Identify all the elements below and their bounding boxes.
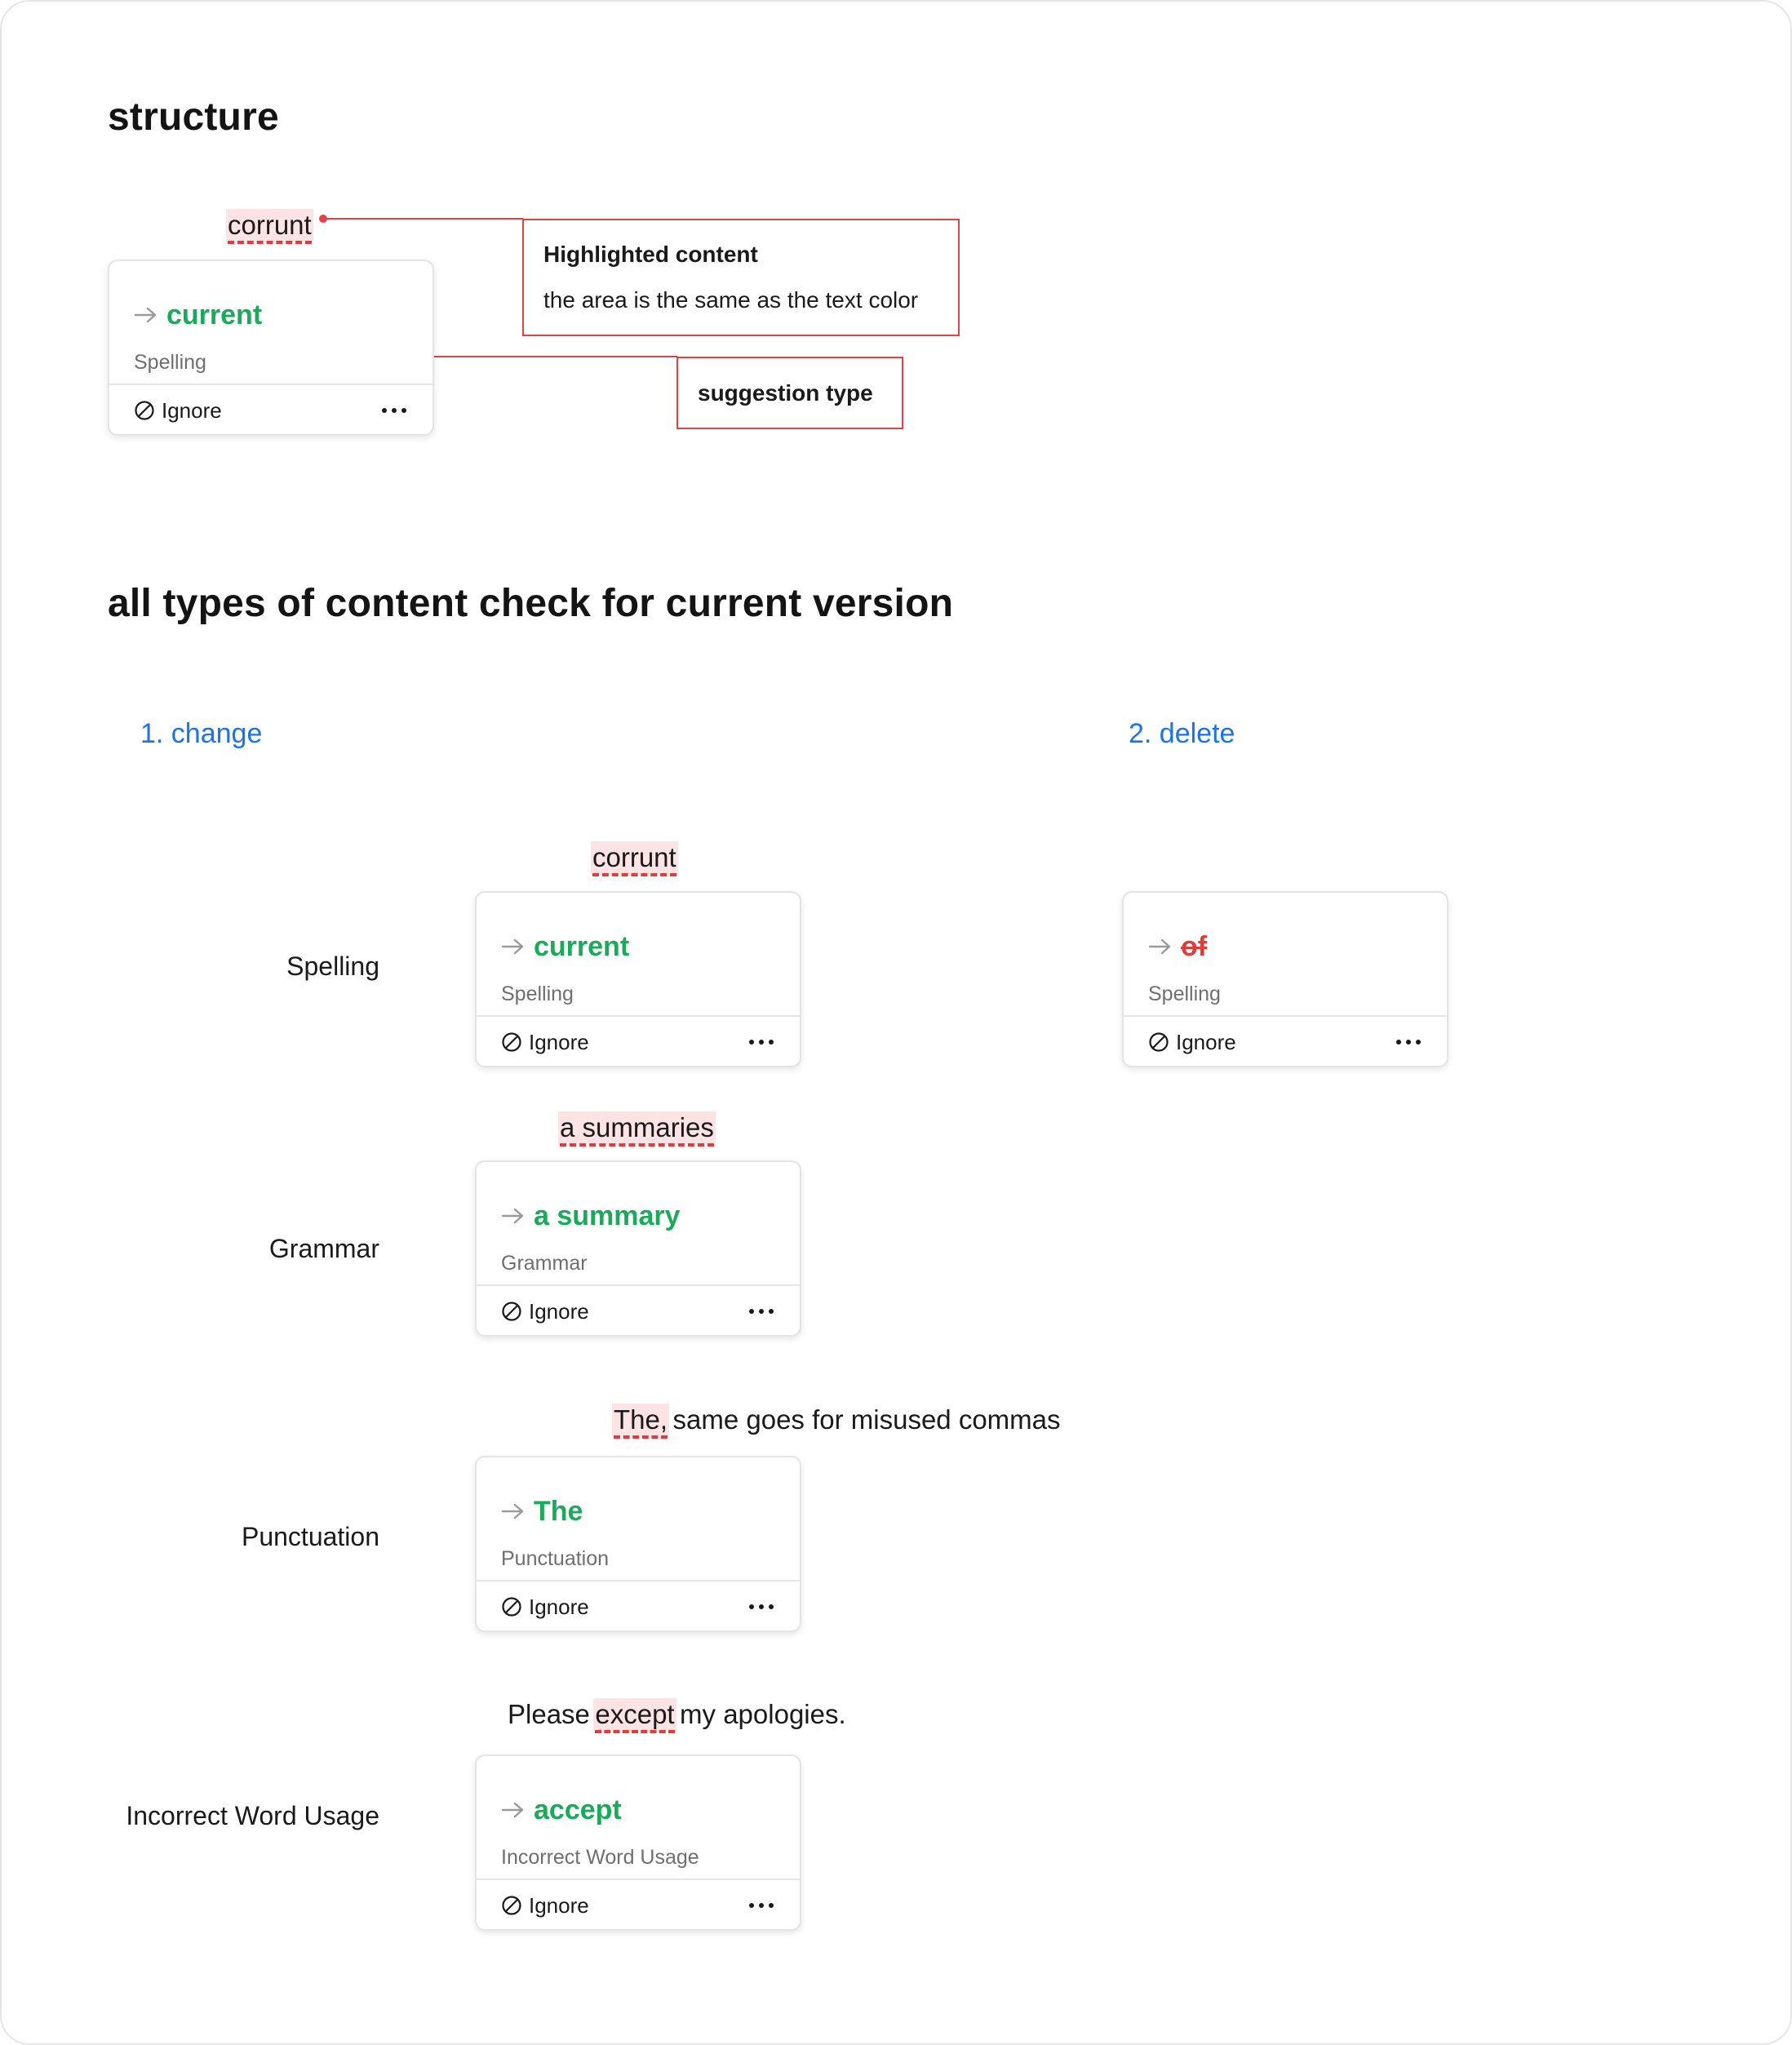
suggestion-row: The: [501, 1495, 583, 1528]
row-label-grammar: Grammar: [268, 1234, 379, 1263]
punctuation-sentence: The, same goes for misused commas: [612, 1404, 1061, 1439]
callout-highlighted-content: Highlighted content the area is the same…: [522, 219, 960, 336]
ignore-button[interactable]: Ignore: [501, 1893, 589, 1918]
suggestion-type: Spelling: [134, 351, 206, 374]
ignore-button[interactable]: Ignore: [501, 1595, 589, 1619]
grammar-highlight-wrap: a summaries: [558, 1111, 716, 1147]
suggestion-row: current: [134, 299, 262, 331]
ignore-label: Ignore: [529, 1595, 589, 1619]
callout-highlight-title: Highlighted content: [543, 242, 758, 267]
row-label-punctuation: Punctuation: [241, 1522, 379, 1551]
arrow-right-icon: [134, 307, 157, 323]
grammar-suggestion-card[interactable]: a summary Grammar Ignore: [475, 1160, 801, 1337]
callout-suggestion-type: suggestion type: [676, 357, 903, 429]
structure-highlight-wrap: corrunt: [226, 209, 313, 244]
arrow-right-icon: [501, 938, 524, 955]
ignore-button[interactable]: Ignore: [134, 398, 222, 423]
suggestion-type: Grammar: [501, 1252, 588, 1275]
suggestion-text[interactable]: The: [534, 1495, 583, 1528]
suggestion-row: a summary: [501, 1200, 681, 1232]
delete-suggestion-card[interactable]: of Spelling Ignore: [1122, 891, 1448, 1067]
punctuation-suggestion-card[interactable]: The Punctuation Ignore: [475, 1456, 801, 1632]
arrow-right-icon: [1148, 938, 1171, 955]
ignore-label: Ignore: [162, 398, 222, 423]
highlighted-word: except: [593, 1698, 676, 1733]
connector-dot-highlight: [319, 215, 327, 223]
ignore-icon: [502, 1896, 521, 1915]
callout-type-title: suggestion type: [698, 380, 873, 406]
ignore-label: Ignore: [529, 1893, 589, 1918]
ignore-icon: [502, 1032, 521, 1052]
spelling-suggestion-card[interactable]: current Spelling Ignore: [475, 891, 801, 1067]
sentence-after: my apologies.: [680, 1699, 846, 1729]
callout-highlight-desc: the area is the same as the text color: [543, 287, 919, 313]
suggestion-row: of: [1148, 930, 1207, 963]
highlighted-word: corrunt: [591, 841, 678, 876]
suggestion-type: Incorrect Word Usage: [501, 1846, 699, 1869]
ignore-icon: [502, 1597, 521, 1617]
suggestion-text[interactable]: current: [166, 299, 262, 331]
highlighted-word: The,: [612, 1404, 670, 1439]
deleted-text[interactable]: of: [1181, 930, 1207, 963]
arrow-right-icon: [501, 1208, 524, 1224]
spelling-highlight-wrap: corrunt: [591, 841, 678, 876]
ignore-label: Ignore: [1176, 1030, 1236, 1054]
more-icon[interactable]: [747, 1299, 775, 1324]
ignore-icon: [1149, 1032, 1169, 1052]
card-divider: [109, 384, 432, 385]
arrow-right-icon: [501, 1503, 524, 1519]
more-icon[interactable]: [747, 1030, 775, 1054]
suggestion-row: accept: [501, 1794, 622, 1826]
column-title-delete: 2. delete: [1129, 718, 1235, 749]
more-icon[interactable]: [747, 1893, 775, 1918]
more-icon[interactable]: [1395, 1030, 1422, 1054]
more-icon[interactable]: [380, 398, 408, 423]
card-divider: [477, 1015, 800, 1017]
types-heading: all types of content check for current v…: [108, 582, 954, 625]
row-label-spelling: Spelling: [286, 952, 379, 981]
ignore-icon: [135, 401, 154, 420]
card-divider: [477, 1879, 800, 1880]
sentence-before: Please: [508, 1699, 590, 1729]
suggestion-type: Spelling: [501, 983, 574, 1005]
ignore-button[interactable]: Ignore: [501, 1299, 589, 1324]
row-label-word-usage: Incorrect Word Usage: [126, 1801, 379, 1830]
suggestion-text[interactable]: current: [534, 930, 629, 963]
suggestion-type: Spelling: [1148, 983, 1221, 1005]
card-divider: [477, 1580, 800, 1581]
suggestion-text[interactable]: accept: [534, 1794, 622, 1826]
suggestion-type: Punctuation: [501, 1547, 610, 1570]
word-usage-sentence: Please except my apologies.: [508, 1698, 846, 1733]
ignore-button[interactable]: Ignore: [1148, 1030, 1236, 1054]
ignore-icon: [502, 1302, 521, 1321]
column-title-change: 1. change: [140, 718, 263, 749]
word-usage-suggestion-card[interactable]: accept Incorrect Word Usage Ignore: [475, 1754, 801, 1931]
ignore-label: Ignore: [529, 1030, 589, 1054]
ignore-button[interactable]: Ignore: [501, 1030, 589, 1054]
structure-suggestion-card[interactable]: current Spelling Ignore: [108, 260, 434, 436]
card-divider: [477, 1284, 800, 1286]
ignore-label: Ignore: [529, 1299, 589, 1324]
card-divider: [1124, 1015, 1447, 1017]
more-icon[interactable]: [747, 1595, 775, 1619]
suggestion-row: current: [501, 930, 629, 963]
arrow-right-icon: [501, 1802, 524, 1818]
highlighted-word: corrunt: [226, 209, 313, 244]
suggestion-text[interactable]: a summary: [534, 1200, 681, 1232]
sentence-rest: same goes for misused commas: [672, 1404, 1061, 1435]
highlighted-word: a summaries: [558, 1111, 716, 1147]
